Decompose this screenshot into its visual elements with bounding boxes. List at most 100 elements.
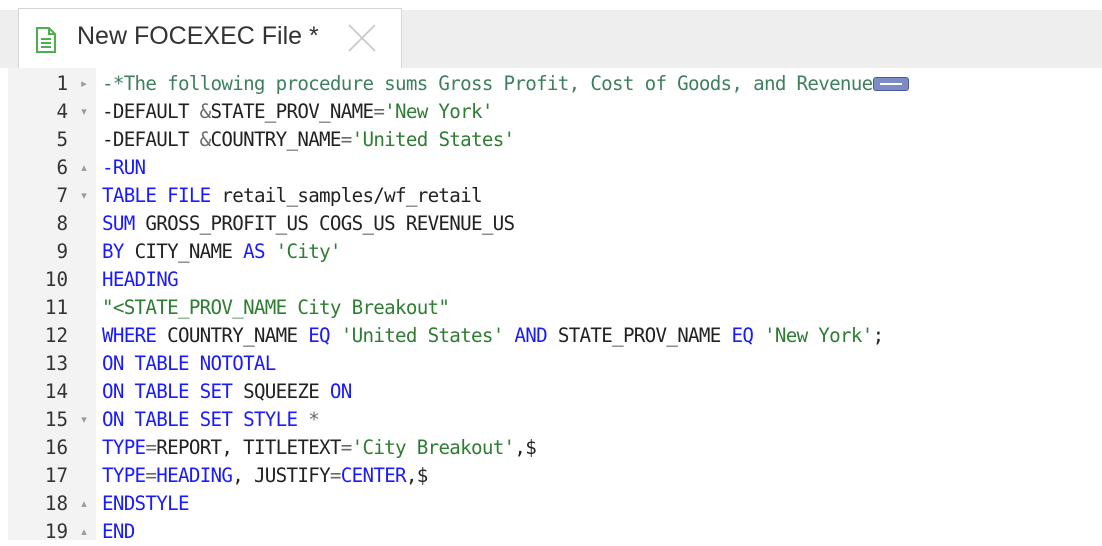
tab-bar: New FOCEXEC File * [0, 0, 1102, 68]
code-token: STATE_PROV_NAME [546, 324, 732, 347]
fold-toggle-icon[interactable]: ▴ [77, 154, 91, 182]
code-token: AND [514, 324, 547, 347]
close-icon[interactable] [346, 22, 378, 54]
code-token: , JUSTIFY [232, 464, 330, 487]
code-text: WHERE COUNTRY_NAME EQ 'United States' AN… [102, 322, 885, 350]
tab-title: New FOCEXEC File * [77, 22, 319, 50]
code-text: TYPE=HEADING, JUSTIFY=CENTER,$ [102, 462, 428, 490]
code-line[interactable]: 12 WHERE COUNTRY_NAME EQ 'United States' … [8, 322, 1102, 350]
line-number: 6 [56, 156, 68, 179]
code-text: -*The following procedure sums Gross Pro… [102, 70, 910, 98]
fold-toggle-icon[interactable]: ▸ [77, 70, 91, 98]
fold-toggle-icon[interactable]: ▾ [77, 98, 91, 126]
code-token: REPORT, TITLETEXT [156, 436, 341, 459]
code-token: 'City' [275, 240, 342, 263]
code-line[interactable]: 13 ON TABLE NOTOTAL [8, 350, 1102, 378]
code-token: COUNTRY_NAME [156, 324, 309, 347]
code-token: 'New York' [384, 100, 493, 123]
code-token: AS [243, 240, 265, 263]
tab-new-focexec-file[interactable]: New FOCEXEC File * [18, 8, 402, 68]
line-number: 18 [44, 492, 68, 515]
code-token: BY [102, 240, 124, 263]
line-number: 13 [44, 352, 68, 375]
fold-toggle-icon[interactable]: ▾ [77, 406, 91, 434]
code-line[interactable]: 8 SUM GROSS_PROFIT_US COGS_US REVENUE_US [8, 210, 1102, 238]
document-icon [35, 27, 57, 53]
code-token: = [145, 436, 157, 459]
code-text: TABLE FILE retail_samples/wf_retail [102, 182, 483, 210]
code-token: ,$ [514, 436, 537, 459]
code-token: CITY_NAME [123, 240, 244, 263]
code-text: -DEFAULT &STATE_PROV_NAME='New York' [102, 98, 493, 126]
code-line[interactable]: 1 ▸ -*The following procedure sums Gross P… [8, 70, 1102, 98]
code-text: HEADING [102, 266, 179, 294]
code-line[interactable]: 11 "<STATE_PROV_NAME City Breakout" [8, 294, 1102, 322]
code-line[interactable]: 15 ▾ ON TABLE SET STYLE * [8, 406, 1102, 434]
line-number: 9 [56, 240, 68, 263]
code-token: TYPE [102, 436, 146, 459]
code-token: -DEFAULT [102, 128, 200, 151]
code-line[interactable]: 18 ▴ ENDSTYLE [8, 490, 1102, 518]
code-token: TABLE FILE [102, 184, 211, 207]
line-number: 11 [44, 296, 68, 319]
code-text: -DEFAULT &COUNTRY_NAME='United States' [102, 126, 515, 154]
code-token: EQ [308, 324, 330, 347]
code-line[interactable]: 9 BY CITY_NAME AS 'City' [8, 238, 1102, 266]
code-token: HEADING [102, 268, 179, 291]
code-editor[interactable]: 1 ▸ -*The following procedure sums Gross P… [8, 70, 1102, 543]
fold-toggle-icon[interactable]: ▴ [77, 518, 91, 546]
folded-code-marker-icon[interactable] [873, 76, 910, 91]
fold-toggle-icon[interactable]: ▴ [77, 490, 91, 518]
code-token: ON [329, 380, 352, 403]
code-line[interactable]: 14 ON TABLE SET SQUEEZE ON [8, 378, 1102, 406]
code-token: ; [872, 324, 885, 347]
code-token: = [145, 464, 157, 487]
code-line[interactable]: 19 ▴ END [8, 518, 1102, 546]
code-text: BY CITY_NAME AS 'City' [102, 238, 341, 266]
code-token: = [329, 464, 342, 487]
code-token: TYPE [102, 464, 146, 487]
code-text: TYPE=REPORT, TITLETEXT='City Breakout',$ [102, 434, 537, 462]
code-token: = [340, 436, 353, 459]
code-token: WHERE [102, 324, 157, 347]
line-number: 16 [44, 436, 68, 459]
code-token: ON TABLE NOTOTAL [102, 352, 276, 375]
code-text: ON TABLE NOTOTAL [102, 350, 276, 378]
code-token: -DEFAULT [102, 100, 200, 123]
code-line[interactable]: 17 TYPE=HEADING, JUSTIFY=CENTER,$ [8, 462, 1102, 490]
code-text: ENDSTYLE [102, 490, 190, 518]
code-token: = [340, 128, 353, 151]
line-number: 15 [44, 408, 68, 431]
code-line[interactable]: 7 ▾ TABLE FILE retail_samples/wf_retail [8, 182, 1102, 210]
code-token: ON TABLE SET [102, 380, 233, 403]
code-line[interactable]: 5 -DEFAULT &COUNTRY_NAME='United States' [8, 126, 1102, 154]
line-number: 4 [56, 100, 68, 123]
code-text: -RUN [102, 154, 146, 182]
code-token: -RUN [102, 156, 146, 179]
code-token: = [373, 100, 385, 123]
line-number: 5 [56, 128, 68, 151]
code-line[interactable]: 6 ▴ -RUN [8, 154, 1102, 182]
code-token: ON TABLE SET STYLE [102, 408, 298, 431]
line-number: 19 [44, 520, 68, 543]
code-line[interactable]: 10 HEADING [8, 266, 1102, 294]
code-line[interactable]: 16 TYPE=REPORT, TITLETEXT='City Breakout'… [8, 434, 1102, 462]
code-token: COUNTRY_NAME [210, 128, 342, 151]
code-token: CENTER [340, 464, 407, 487]
line-number: 1 [56, 72, 68, 95]
code-token: ENDSTYLE [102, 492, 190, 515]
code-token: 'United States' [340, 324, 504, 347]
code-token: EQ [731, 324, 754, 347]
code-text: ON TABLE SET STYLE * [102, 406, 320, 434]
line-number: 8 [56, 212, 68, 235]
code-text: ON TABLE SET SQUEEZE ON [102, 378, 352, 406]
fold-toggle-icon[interactable]: ▾ [77, 182, 91, 210]
code-token: retail_samples/wf_retail [210, 184, 482, 207]
code-token: -*The following procedure sums Gross Pro… [102, 72, 873, 95]
code-line[interactable]: 4 ▾ -DEFAULT &STATE_PROV_NAME='New York' [8, 98, 1102, 126]
code-token: "<STATE_PROV_NAME City Breakout" [102, 296, 450, 319]
